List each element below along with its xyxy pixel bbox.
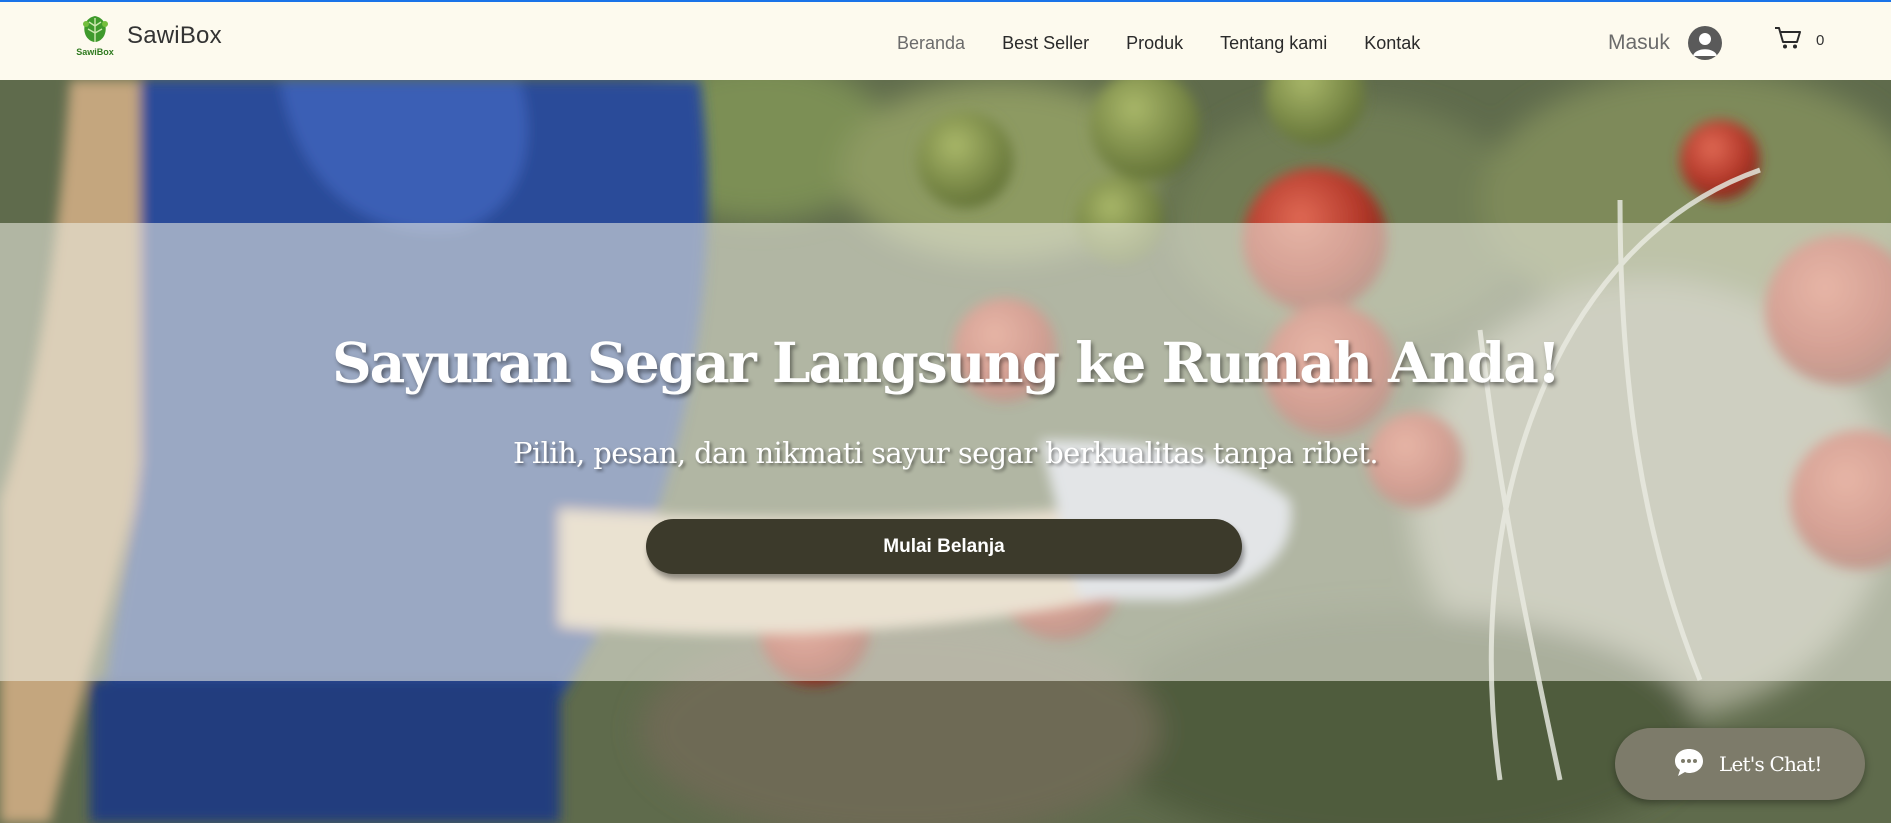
- logo-wordmark: SawiBox: [76, 47, 114, 57]
- shopping-cart-icon: [1774, 26, 1802, 55]
- nav-item-beranda[interactable]: Beranda: [897, 31, 965, 55]
- nav-item-best-seller[interactable]: Best Seller: [1002, 31, 1089, 55]
- sawibox-logo[interactable]: SawiBox: [72, 12, 118, 58]
- cart-count: 0: [1816, 32, 1825, 49]
- login-label: Masuk: [1608, 31, 1670, 54]
- nav-item-kontak[interactable]: Kontak: [1364, 31, 1420, 55]
- site-header: SawiBox SawiBox Beranda Best Seller Prod…: [0, 2, 1891, 80]
- lets-chat-label: Let's Chat!: [1719, 752, 1822, 776]
- login-button[interactable]: Masuk: [1608, 26, 1722, 60]
- nav-item-produk[interactable]: Produk: [1126, 31, 1183, 55]
- main-nav: Beranda Best Seller Produk Tentang kami …: [897, 31, 1457, 55]
- hero-section: Sayuran Segar Langsung ke Rumah Anda! Pi…: [0, 80, 1891, 823]
- nav-item-tentang-kami[interactable]: Tentang kami: [1220, 31, 1327, 55]
- lets-chat-button[interactable]: Let's Chat!: [1615, 728, 1865, 800]
- hero-subheadline: Pilih, pesan, dan nikmati sayur segar be…: [513, 436, 1379, 470]
- chat-bubble-icon: [1673, 747, 1705, 782]
- brand-name[interactable]: SawiBox: [127, 22, 222, 50]
- hero-headline: Sayuran Segar Langsung ke Rumah Anda!: [331, 330, 1561, 395]
- user-avatar-icon: [1687, 26, 1722, 60]
- start-shopping-label: Mulai Belanja: [883, 535, 1005, 557]
- start-shopping-button[interactable]: Mulai Belanja: [646, 519, 1242, 574]
- cart-button[interactable]: 0: [1774, 26, 1824, 55]
